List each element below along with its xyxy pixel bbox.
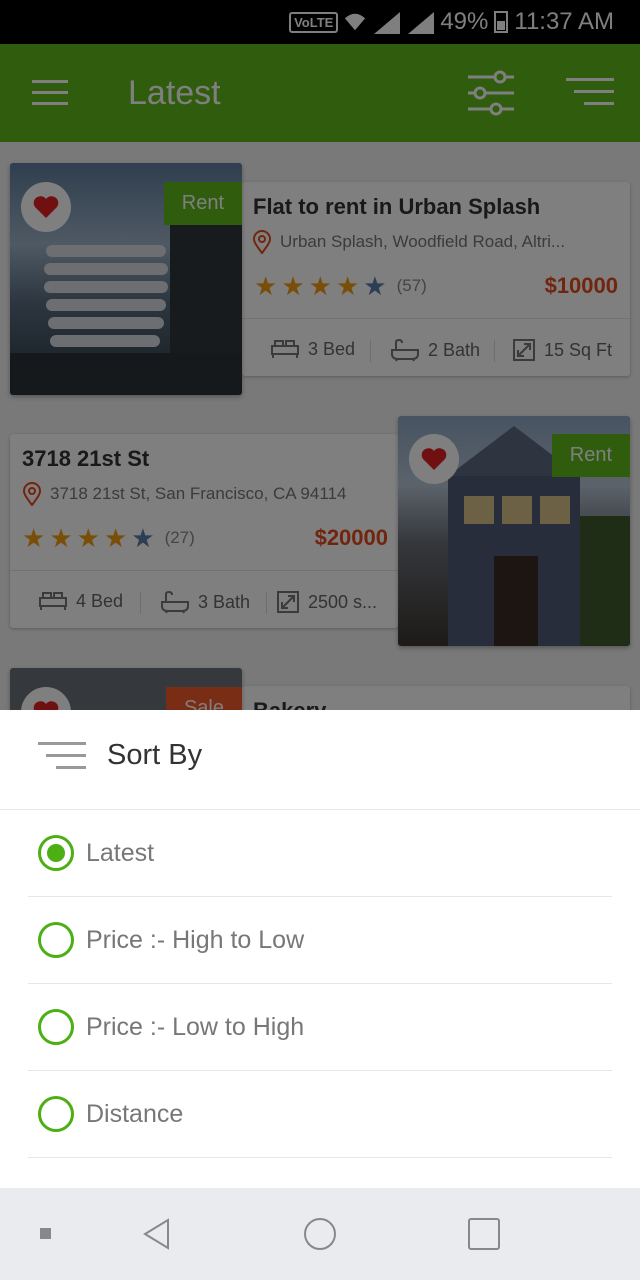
radio-unselected[interactable] <box>38 922 74 958</box>
option-label: Price :- High to Low <box>86 926 305 954</box>
sort-option-distance[interactable]: Distance <box>28 1071 612 1158</box>
sort-bottom-sheet: Sort By Latest Price :- High to Low Pric… <box>0 710 640 1188</box>
sort-option-price-high-low[interactable]: Price :- High to Low <box>28 897 612 984</box>
option-label: Price :- Low to High <box>86 1013 305 1041</box>
radio-unselected[interactable] <box>38 1009 74 1045</box>
option-label: Latest <box>86 839 155 867</box>
recent-apps-icon[interactable] <box>468 1218 500 1250</box>
sheet-header: Sort By <box>0 710 640 810</box>
sheet-title: Sort By <box>107 739 203 771</box>
system-nav-bar <box>0 1188 640 1280</box>
nav-menu-dot-icon[interactable] <box>40 1228 51 1239</box>
sort-option-latest[interactable]: Latest <box>28 810 612 897</box>
back-icon[interactable] <box>142 1218 172 1250</box>
sort-icon <box>36 742 86 772</box>
option-label: Distance <box>86 1100 184 1128</box>
radio-selected[interactable] <box>38 835 74 871</box>
sort-option-price-low-high[interactable]: Price :- Low to High <box>28 984 612 1071</box>
home-icon[interactable] <box>304 1218 336 1250</box>
radio-unselected[interactable] <box>38 1096 74 1132</box>
